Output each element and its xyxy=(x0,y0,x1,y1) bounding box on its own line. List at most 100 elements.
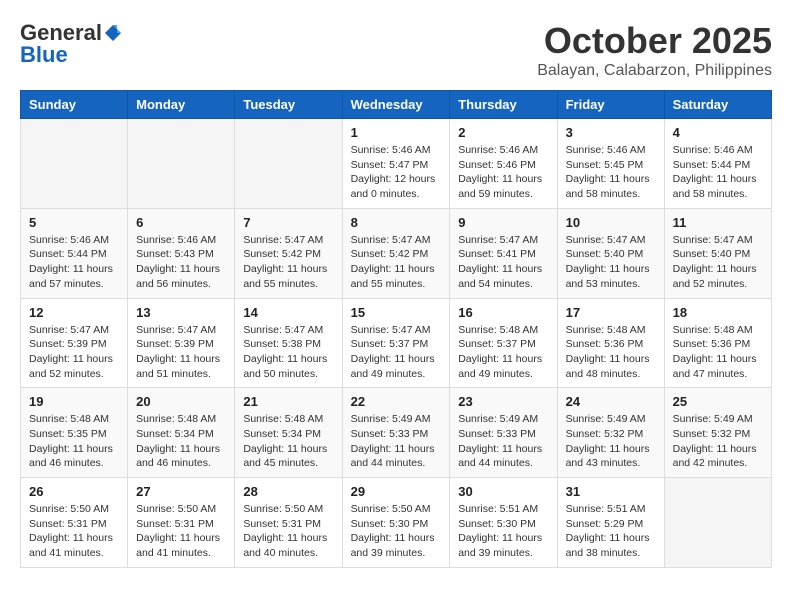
day-info: Sunrise: 5:46 AMSunset: 5:44 PMDaylight:… xyxy=(673,143,763,202)
day-number: 14 xyxy=(243,305,333,320)
day-info: Sunrise: 5:47 AMSunset: 5:37 PMDaylight:… xyxy=(351,323,442,382)
page-header: General Blue October 2025 Balayan, Calab… xyxy=(20,20,772,80)
day-info: Sunrise: 5:51 AMSunset: 5:30 PMDaylight:… xyxy=(458,502,548,561)
day-number: 4 xyxy=(673,125,763,140)
day-info: Sunrise: 5:48 AMSunset: 5:36 PMDaylight:… xyxy=(566,323,656,382)
calendar-cell: 8 Sunrise: 5:47 AMSunset: 5:42 PMDaylight… xyxy=(342,208,450,298)
day-info: Sunrise: 5:50 AMSunset: 5:31 PMDaylight:… xyxy=(136,502,226,561)
day-info: Sunrise: 5:47 AMSunset: 5:41 PMDaylight:… xyxy=(458,233,548,292)
location-subtitle: Balayan, Calabarzon, Philippines xyxy=(537,62,772,80)
day-number: 7 xyxy=(243,215,333,230)
calendar-cell: 4 Sunrise: 5:46 AMSunset: 5:44 PMDaylight… xyxy=(664,119,771,209)
calendar-cell: 11Sunrise: 5:47 AMSunset: 5:40 PMDayligh… xyxy=(664,208,771,298)
day-number: 27 xyxy=(136,484,226,499)
calendar-cell: 12Sunrise: 5:47 AMSunset: 5:39 PMDayligh… xyxy=(21,298,128,388)
title-block: October 2025 Balayan, Calabarzon, Philip… xyxy=(537,20,772,80)
day-info: Sunrise: 5:48 AMSunset: 5:36 PMDaylight:… xyxy=(673,323,763,382)
day-number: 23 xyxy=(458,394,548,409)
day-number: 20 xyxy=(136,394,226,409)
calendar-cell: 18 Sunrise: 5:48 AMSunset: 5:36 PMDayligh… xyxy=(664,298,771,388)
calendar-table: SundayMondayTuesdayWednesdayThursdayFrid… xyxy=(20,90,772,568)
calendar-cell: 29 Sunrise: 5:50 AMSunset: 5:30 PMDayligh… xyxy=(342,478,450,568)
calendar-cell: 16 Sunrise: 5:48 AMSunset: 5:37 PMDayligh… xyxy=(450,298,557,388)
day-number: 10 xyxy=(566,215,656,230)
day-number: 29 xyxy=(351,484,442,499)
day-number: 21 xyxy=(243,394,333,409)
calendar-cell: 2 Sunrise: 5:46 AMSunset: 5:46 PMDaylight… xyxy=(450,119,557,209)
weekday-header-monday: Monday xyxy=(128,91,235,119)
day-info: Sunrise: 5:50 AMSunset: 5:31 PMDaylight:… xyxy=(29,502,119,561)
day-number: 12 xyxy=(29,305,119,320)
day-number: 17 xyxy=(566,305,656,320)
day-info: Sunrise: 5:51 AMSunset: 5:29 PMDaylight:… xyxy=(566,502,656,561)
day-info: Sunrise: 5:50 AMSunset: 5:30 PMDaylight:… xyxy=(351,502,442,561)
calendar-week-row: 1 Sunrise: 5:46 AMSunset: 5:47 PMDaylight… xyxy=(21,119,772,209)
day-number: 28 xyxy=(243,484,333,499)
day-info: Sunrise: 5:47 AMSunset: 5:38 PMDaylight:… xyxy=(243,323,333,382)
day-info: Sunrise: 5:46 AMSunset: 5:47 PMDaylight:… xyxy=(351,143,442,202)
day-number: 26 xyxy=(29,484,119,499)
day-number: 5 xyxy=(29,215,119,230)
day-number: 30 xyxy=(458,484,548,499)
logo-icon xyxy=(103,23,123,43)
day-number: 2 xyxy=(458,125,548,140)
calendar-cell: 21Sunrise: 5:48 AMSunset: 5:34 PMDayligh… xyxy=(235,388,342,478)
calendar-cell: 26 Sunrise: 5:50 AMSunset: 5:31 PMDayligh… xyxy=(21,478,128,568)
calendar-cell: 24Sunrise: 5:49 AMSunset: 5:32 PMDayligh… xyxy=(557,388,664,478)
day-info: Sunrise: 5:48 AMSunset: 5:37 PMDaylight:… xyxy=(458,323,548,382)
calendar-cell: 25Sunrise: 5:49 AMSunset: 5:32 PMDayligh… xyxy=(664,388,771,478)
day-number: 15 xyxy=(351,305,442,320)
calendar-cell: 6Sunrise: 5:46 AMSunset: 5:43 PMDaylight… xyxy=(128,208,235,298)
weekday-header-thursday: Thursday xyxy=(450,91,557,119)
day-info: Sunrise: 5:49 AMSunset: 5:33 PMDaylight:… xyxy=(458,412,548,471)
calendar-cell: 31 Sunrise: 5:51 AMSunset: 5:29 PMDayligh… xyxy=(557,478,664,568)
calendar-cell: 19 Sunrise: 5:48 AMSunset: 5:35 PMDayligh… xyxy=(21,388,128,478)
month-year-title: October 2025 xyxy=(537,20,772,62)
logo: General Blue xyxy=(20,20,124,68)
day-number: 1 xyxy=(351,125,442,140)
day-number: 19 xyxy=(29,394,119,409)
day-info: Sunrise: 5:47 AMSunset: 5:39 PMDaylight:… xyxy=(136,323,226,382)
day-info: Sunrise: 5:46 AMSunset: 5:46 PMDaylight:… xyxy=(458,143,548,202)
calendar-week-row: 19 Sunrise: 5:48 AMSunset: 5:35 PMDayligh… xyxy=(21,388,772,478)
calendar-cell: 15 Sunrise: 5:47 AMSunset: 5:37 PMDayligh… xyxy=(342,298,450,388)
day-info: Sunrise: 5:49 AMSunset: 5:32 PMDaylight:… xyxy=(673,412,763,471)
weekday-header-row: SundayMondayTuesdayWednesdayThursdayFrid… xyxy=(21,91,772,119)
calendar-cell xyxy=(664,478,771,568)
day-number: 9 xyxy=(458,215,548,230)
calendar-cell: 13 Sunrise: 5:47 AMSunset: 5:39 PMDayligh… xyxy=(128,298,235,388)
day-number: 11 xyxy=(673,215,763,230)
day-info: Sunrise: 5:49 AMSunset: 5:33 PMDaylight:… xyxy=(351,412,442,471)
day-number: 6 xyxy=(136,215,226,230)
day-info: Sunrise: 5:47 AMSunset: 5:40 PMDaylight:… xyxy=(566,233,656,292)
calendar-cell: 23 Sunrise: 5:49 AMSunset: 5:33 PMDayligh… xyxy=(450,388,557,478)
weekday-header-wednesday: Wednesday xyxy=(342,91,450,119)
calendar-cell: 3Sunrise: 5:46 AMSunset: 5:45 PMDaylight… xyxy=(557,119,664,209)
weekday-header-friday: Friday xyxy=(557,91,664,119)
day-info: Sunrise: 5:46 AMSunset: 5:45 PMDaylight:… xyxy=(566,143,656,202)
calendar-cell xyxy=(128,119,235,209)
calendar-cell xyxy=(235,119,342,209)
calendar-cell: 22Sunrise: 5:49 AMSunset: 5:33 PMDayligh… xyxy=(342,388,450,478)
day-info: Sunrise: 5:48 AMSunset: 5:34 PMDaylight:… xyxy=(136,412,226,471)
calendar-cell: 9 Sunrise: 5:47 AMSunset: 5:41 PMDaylight… xyxy=(450,208,557,298)
day-number: 8 xyxy=(351,215,442,230)
calendar-cell xyxy=(21,119,128,209)
calendar-cell: 30 Sunrise: 5:51 AMSunset: 5:30 PMDayligh… xyxy=(450,478,557,568)
day-info: Sunrise: 5:46 AMSunset: 5:44 PMDaylight:… xyxy=(29,233,119,292)
day-number: 13 xyxy=(136,305,226,320)
calendar-cell: 14 Sunrise: 5:47 AMSunset: 5:38 PMDayligh… xyxy=(235,298,342,388)
day-number: 16 xyxy=(458,305,548,320)
day-info: Sunrise: 5:50 AMSunset: 5:31 PMDaylight:… xyxy=(243,502,333,561)
day-number: 24 xyxy=(566,394,656,409)
weekday-header-sunday: Sunday xyxy=(21,91,128,119)
weekday-header-tuesday: Tuesday xyxy=(235,91,342,119)
day-number: 31 xyxy=(566,484,656,499)
day-info: Sunrise: 5:47 AMSunset: 5:42 PMDaylight:… xyxy=(351,233,442,292)
calendar-cell: 27 Sunrise: 5:50 AMSunset: 5:31 PMDayligh… xyxy=(128,478,235,568)
calendar-cell: 17 Sunrise: 5:48 AMSunset: 5:36 PMDayligh… xyxy=(557,298,664,388)
day-info: Sunrise: 5:48 AMSunset: 5:35 PMDaylight:… xyxy=(29,412,119,471)
weekday-header-saturday: Saturday xyxy=(664,91,771,119)
calendar-cell: 1 Sunrise: 5:46 AMSunset: 5:47 PMDaylight… xyxy=(342,119,450,209)
day-number: 18 xyxy=(673,305,763,320)
